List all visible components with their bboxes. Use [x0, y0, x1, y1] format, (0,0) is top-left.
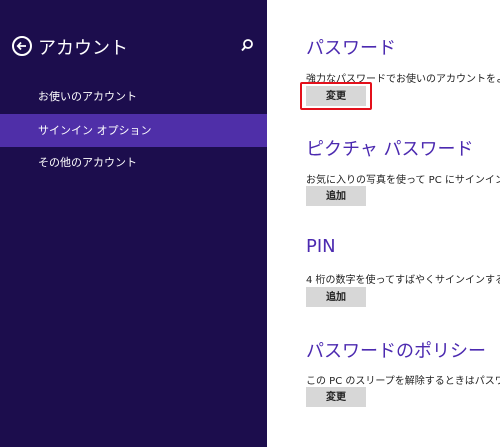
password-title: パスワード: [306, 38, 396, 59]
picture-password-add-button[interactable]: 追加: [306, 186, 366, 206]
password-change-button[interactable]: 変更: [306, 86, 366, 106]
sidebar-item-label: お使いのアカウント: [38, 90, 137, 103]
pin-description: 4 桁の数字を使ってすばやくサインインする: [306, 275, 500, 286]
pin-title: PIN: [306, 236, 336, 257]
sidebar-item-label: その他のアカウント: [38, 156, 137, 169]
picture-password-description: お気に入りの写真を使って PC にサインインする: [306, 175, 500, 186]
sidebar-item-other-accounts[interactable]: その他のアカウント: [0, 146, 267, 179]
pin-add-button[interactable]: 追加: [306, 287, 366, 307]
sidebar-item-label: サインイン オプション: [38, 124, 152, 137]
sidebar-item-your-account[interactable]: お使いのアカウント: [0, 80, 267, 113]
picture-password-title: ピクチャ パスワード: [306, 139, 474, 160]
main-panel: パスワード 強力なパスワードでお使いのアカウントをより安全な 変更 ピクチャ パ…: [267, 0, 500, 447]
back-arrow-icon[interactable]: [12, 36, 32, 56]
password-policy-change-button[interactable]: 変更: [306, 387, 366, 407]
sidebar-title: アカウント: [38, 38, 128, 59]
sidebar-item-sign-in-options[interactable]: サインイン オプション: [0, 114, 267, 147]
sidebar: アカウント お使いのアカウント サインイン オプション その他のアカウント: [0, 0, 267, 447]
password-policy-title: パスワードのポリシー: [306, 341, 486, 362]
search-icon[interactable]: [240, 38, 254, 52]
password-policy-description: この PC のスリープを解除するときはパスワードが必要: [306, 376, 500, 387]
